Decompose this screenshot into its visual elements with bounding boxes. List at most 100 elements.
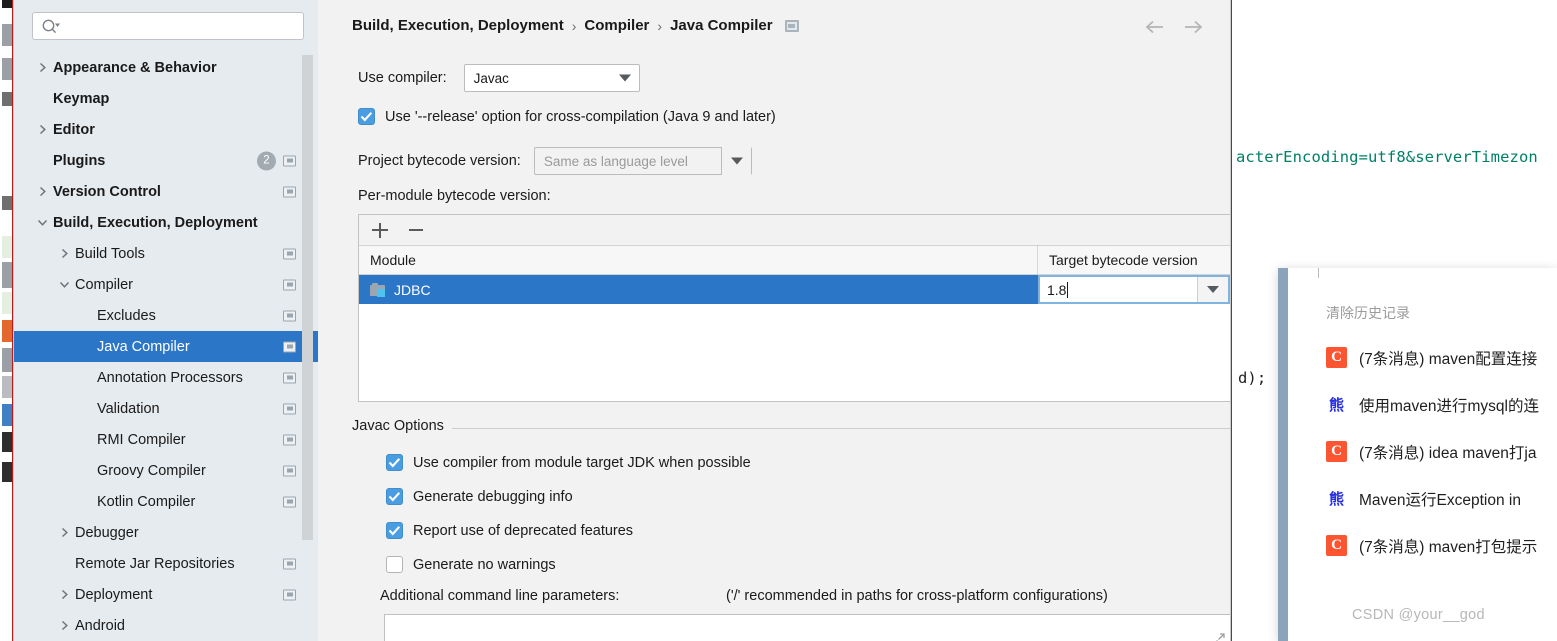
target-bytecode-dropdown-button[interactable]: [1197, 277, 1228, 302]
sidebar-item-indicators: [283, 589, 296, 600]
table-row[interactable]: JDBC 1.8: [359, 275, 1230, 304]
table-cell-target-bytecode-editor[interactable]: 1.8: [1038, 275, 1230, 304]
sidebar-item-label: Remote Jar Repositories: [75, 555, 235, 572]
chevron-down-icon[interactable]: [56, 277, 72, 293]
panel-left-accent-bar: [1278, 268, 1288, 641]
release-option-checkbox-row[interactable]: Use '--release' option for cross-compila…: [358, 108, 776, 125]
add-module-button[interactable]: [371, 221, 389, 239]
suggestion-item[interactable]: 熊使用maven进行mysql的连: [1288, 381, 1557, 428]
breadcrumb-part-0[interactable]: Build, Execution, Deployment: [352, 17, 564, 34]
search-input[interactable]: [65, 13, 301, 41]
release-option-checkbox[interactable]: [358, 108, 375, 125]
javac-option-row-1[interactable]: Generate debugging info: [386, 488, 573, 505]
suggestion-item[interactable]: 熊 Maven运行Exception in: [1288, 475, 1557, 522]
arrow-left-icon[interactable]: [1144, 17, 1166, 37]
settings-monitor-icon: [283, 372, 296, 383]
sidebar-item-indicators: [283, 496, 296, 507]
clear-history-link[interactable]: 清除历史记录: [1326, 303, 1410, 323]
sidebar-item-plugins[interactable]: Plugins 2: [14, 145, 318, 176]
suggestion-item[interactable]: C (7条消息) maven打包提示: [1288, 522, 1557, 569]
suggestion-item[interactable]: C (7条消息) idea maven打ja: [1288, 428, 1557, 475]
use-module-jdk-checkbox[interactable]: [386, 454, 403, 471]
breadcrumb-part-2[interactable]: Java Compiler: [670, 17, 773, 34]
sidebar-item-rmi-compiler[interactable]: RMI Compiler: [14, 424, 318, 455]
chevron-right-icon[interactable]: [56, 618, 72, 634]
javac-options-group: Javac Options Use compiler from module t…: [352, 418, 1230, 641]
sidebar-item-deployment[interactable]: Deployment: [14, 579, 318, 610]
table-cell-module-label: JDBC: [394, 281, 431, 298]
javac-option-row-0[interactable]: Use compiler from module target JDK when…: [386, 454, 751, 471]
editor-code-fragment: d);: [1238, 369, 1267, 387]
sidebar-item-editor[interactable]: Editor: [14, 114, 318, 145]
sidebar-item-build-tools[interactable]: Build Tools: [14, 238, 318, 269]
project-bytecode-label: Project bytecode version:: [358, 153, 521, 169]
settings-monitor-icon[interactable]: [784, 19, 799, 32]
remove-module-button[interactable]: [407, 221, 425, 239]
sidebar-scrollbar-thumb[interactable]: [302, 55, 313, 540]
chevron-down-icon: [618, 74, 631, 82]
sidebar-item-label: Keymap: [53, 90, 110, 107]
sidebar-item-keymap[interactable]: Keymap: [14, 83, 318, 114]
arrow-right-icon[interactable]: [1182, 17, 1204, 37]
sidebar-item-kotlin-compiler[interactable]: Kotlin Compiler: [14, 486, 318, 517]
generate-no-warnings-checkbox[interactable]: [386, 556, 403, 573]
chevron-right-icon[interactable]: [56, 525, 72, 541]
chevron-down-icon: [1207, 286, 1219, 293]
javac-options-title: Javac Options: [352, 418, 452, 434]
csdn-favicon: C: [1326, 347, 1347, 368]
settings-monitor-icon: [283, 496, 296, 507]
use-compiler-select[interactable]: Javac: [463, 64, 640, 92]
ide-red-marker-right: [1230, 0, 1232, 641]
additional-params-hint: ('/' recommended in paths for cross-plat…: [726, 588, 1108, 604]
sidebar-item-label: Build Tools: [75, 245, 145, 262]
sidebar-item-compiler[interactable]: Compiler: [14, 269, 318, 300]
chevron-right-icon[interactable]: [34, 60, 50, 76]
sidebar-item-android[interactable]: Android: [14, 610, 318, 641]
table-header-module[interactable]: Module: [359, 246, 1038, 274]
chevron-right-icon[interactable]: [56, 587, 72, 603]
sidebar-item-debugger[interactable]: Debugger: [14, 517, 318, 548]
sidebar-item-groovy-compiler[interactable]: Groovy Compiler: [14, 455, 318, 486]
chevron-down-icon[interactable]: [34, 215, 50, 231]
sidebar-item-indicators: [283, 465, 296, 476]
settings-search-box[interactable]: [32, 12, 304, 41]
sidebar-item-java-compiler[interactable]: Java Compiler: [14, 331, 318, 362]
suggestion-text: 使用maven进行mysql的连: [1359, 397, 1539, 415]
table-cell-module[interactable]: JDBC: [359, 275, 1038, 304]
sidebar-item-annotation-processors[interactable]: Annotation Processors: [14, 362, 318, 393]
generate-debugging-info-checkbox[interactable]: [386, 488, 403, 505]
javac-option-row-3[interactable]: Generate no warnings: [386, 556, 556, 573]
report-deprecated-checkbox[interactable]: [386, 522, 403, 539]
plugins-update-badge: 2: [257, 151, 276, 170]
project-bytecode-select[interactable]: Same as language level: [533, 147, 752, 175]
table-header-target-bytecode[interactable]: Target bytecode version: [1038, 246, 1230, 274]
search-field-bottom-edge: [1318, 268, 1557, 278]
settings-dialog: Appearance & Behavior Keymap Editor Plugins…: [14, 0, 1230, 641]
expand-arrows-icon[interactable]: [1211, 633, 1225, 641]
sidebar-item-remote-jar-repositories[interactable]: Remote Jar Repositories: [14, 548, 318, 579]
sidebar-item-indicators: [283, 372, 296, 383]
breadcrumb-part-1[interactable]: Compiler: [584, 17, 649, 34]
chevron-right-icon[interactable]: [34, 122, 50, 138]
report-deprecated-label: Report use of deprecated features: [413, 522, 634, 539]
javac-option-row-2[interactable]: Report use of deprecated features: [386, 522, 633, 539]
sidebar-item-validation[interactable]: Validation: [14, 393, 318, 424]
project-bytecode-dropdown-button[interactable]: [720, 147, 751, 175]
sidebar-item-build-execution-deployment[interactable]: Build, Execution, Deployment: [14, 207, 318, 238]
per-module-bytecode-label: Per-module bytecode version:: [358, 188, 551, 204]
chevron-right-icon[interactable]: [34, 184, 50, 200]
sidebar-item-label: Build, Execution, Deployment: [53, 214, 258, 231]
module-folder-icon: [370, 282, 386, 297]
sidebar-item-version-control[interactable]: Version Control: [14, 176, 318, 207]
group-divider: [352, 428, 1230, 429]
chevron-right-icon[interactable]: [56, 246, 72, 262]
suggestion-item[interactable]: C (7条消息) maven配置连接: [1288, 334, 1557, 381]
sidebar-item-excludes[interactable]: Excludes: [14, 300, 318, 331]
sidebar-item-appearance-behavior[interactable]: Appearance & Behavior: [14, 52, 318, 83]
sidebar-item-label: Kotlin Compiler: [97, 493, 196, 510]
breadcrumb: Build, Execution, Deployment › Compiler › Ja…: [352, 17, 799, 34]
breadcrumb-separator: ›: [657, 17, 663, 34]
additional-params-input[interactable]: [384, 614, 1230, 641]
